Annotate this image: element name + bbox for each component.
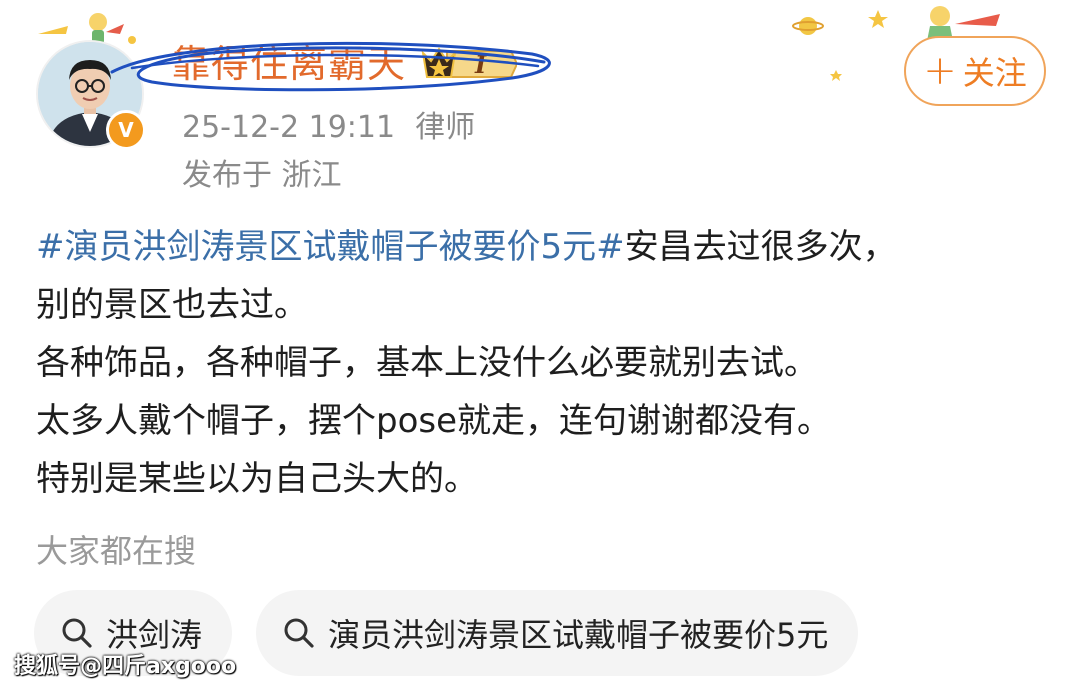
vip-level-text: I xyxy=(474,50,487,79)
author-name[interactable]: 靠得住离霸天 xyxy=(172,36,406,92)
post-meta: 25-12-2 19:11 律师 xyxy=(182,102,475,146)
username-row: 靠得住离霸天 I xyxy=(110,36,551,96)
post-header: V 靠得住离霸天 I 25-12-2 19:11 律师 发布于 浙江 + 关注 xyxy=(0,0,1080,200)
verified-badge-icon: V xyxy=(106,110,146,150)
plus-icon: + xyxy=(923,48,957,94)
avatar[interactable]: V xyxy=(36,40,146,150)
hashtag-link[interactable]: #演员洪剑涛景区试戴帽子被要价5元# xyxy=(36,227,625,267)
post-body: #演员洪剑涛景区试戴帽子被要价5元#安昌去过很多次， 别的景区也去过。 各种饰品… xyxy=(36,218,1046,508)
post-line-3: 各种饰品，各种帽子，基本上没什么必要就别去试。 xyxy=(36,343,818,383)
post-location: 发布于 浙江 xyxy=(182,158,342,193)
follow-label: 关注 xyxy=(962,54,1027,92)
post-line-1-text: 安昌去过很多次， xyxy=(624,227,897,267)
post-line-5: 特别是某些以为自己头大的。 xyxy=(36,459,478,499)
search-icon xyxy=(62,618,92,648)
post-line-4: 太多人戴个帽子，摆个pose就走，连句谢谢都没有。 xyxy=(36,401,832,441)
search-chip-label: 演员洪剑涛景区试戴帽子被要价5元 xyxy=(328,616,829,654)
vip-badge-icon[interactable]: I xyxy=(419,43,519,85)
trending-search-heading: 大家都在搜 xyxy=(36,532,197,570)
search-chip[interactable]: 演员洪剑涛景区试戴帽子被要价5元 xyxy=(256,590,859,676)
author-role: 律师 xyxy=(415,110,476,145)
post-line-1: #演员洪剑涛景区试戴帽子被要价5元#安昌去过很多次， xyxy=(36,218,1046,276)
post-line-2: 别的景区也去过。 xyxy=(36,285,308,325)
follow-button[interactable]: + 关注 xyxy=(904,36,1046,106)
watermark: 搜狐号@四斤axgooo xyxy=(14,654,237,679)
search-icon xyxy=(284,618,314,648)
post-timestamp: 25-12-2 19:11 xyxy=(182,110,396,145)
